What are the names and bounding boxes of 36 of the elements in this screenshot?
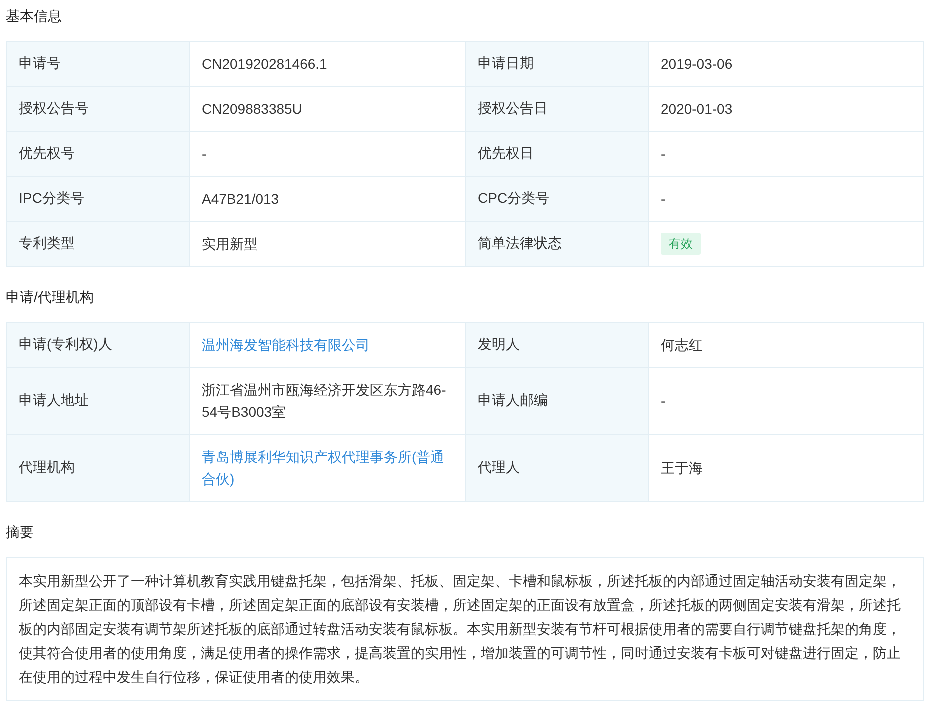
field-label: 专利类型 [7, 222, 190, 267]
field-label: 申请号 [7, 42, 190, 87]
field-label: 代理人 [466, 435, 649, 502]
field-value: CN209883385U [202, 100, 302, 119]
field-value: CN201920281466.1 [202, 55, 328, 74]
field-label: 授权公告日 [466, 87, 649, 132]
status-tag: 有效 [661, 233, 701, 255]
field-value: 实用新型 [202, 235, 258, 254]
field-label: 授权公告号 [7, 87, 190, 132]
field-label: 优先权日 [466, 132, 649, 177]
field-label: 简单法律状态 [466, 222, 649, 267]
field-label: 申请人地址 [7, 368, 190, 435]
company-link[interactable]: 青岛博展利华知识产权代理事务所(普通合伙) [202, 446, 453, 490]
field-value: 王于海 [661, 459, 703, 478]
abstract-text: 本实用新型公开了一种计算机教育实践用键盘托架，包括滑架、托板、固定架、卡槽和鼠标板，所述托板的内部通过固定轴活动安装有固定架，所述固定架正面的顶部设有卡槽，所述固定架正面的底部设有安装槽，所述固定架的正面设有放置盒，所述托板的两侧固定安装有滑架，所述托板的内部固定安装有调节架所述托板的底部通过转盘活动安装有鼠标板。本实用新型安装有节杆可根据使用者的需要自行调节键盘托架的角度，使其符合使用者的使用角度，满足使用者的操作需求，提高装置的实用性，增加装置的可调节性，同时通过安装有卡板可对键盘进行固定，防止在使用的过程中发生自行位移，保证使用者的使用效果。 [6, 557, 924, 701]
section-title: 申请/代理机构 [6, 288, 95, 307]
field-value: - [202, 145, 207, 164]
field-label: CPC分类号 [466, 177, 649, 222]
field-label: 申请日期 [466, 42, 649, 87]
field-label: 申请(专利权)人 [7, 323, 190, 368]
section-title: 摘要 [6, 523, 35, 542]
field-value: 浙江省温州市瓯海经济开发区东方路46-54号B3003室 [202, 381, 448, 422]
field-value: - [661, 145, 666, 164]
field-value: - [661, 190, 666, 209]
field-value: A47B21/013 [202, 190, 280, 209]
field-label: 发明人 [466, 323, 649, 368]
section-title: 基本信息 [6, 7, 63, 26]
company-link[interactable]: 温州海发智能科技有限公司 [202, 334, 370, 356]
field-label: IPC分类号 [7, 177, 190, 222]
field-label: 申请人邮编 [466, 368, 649, 435]
field-value: 何志红 [661, 336, 703, 355]
field-value: 2019-03-06 [661, 55, 733, 74]
field-value: - [661, 392, 666, 411]
field-label: 优先权号 [7, 132, 190, 177]
field-label: 代理机构 [7, 435, 190, 502]
field-value: 2020-01-03 [661, 100, 733, 119]
